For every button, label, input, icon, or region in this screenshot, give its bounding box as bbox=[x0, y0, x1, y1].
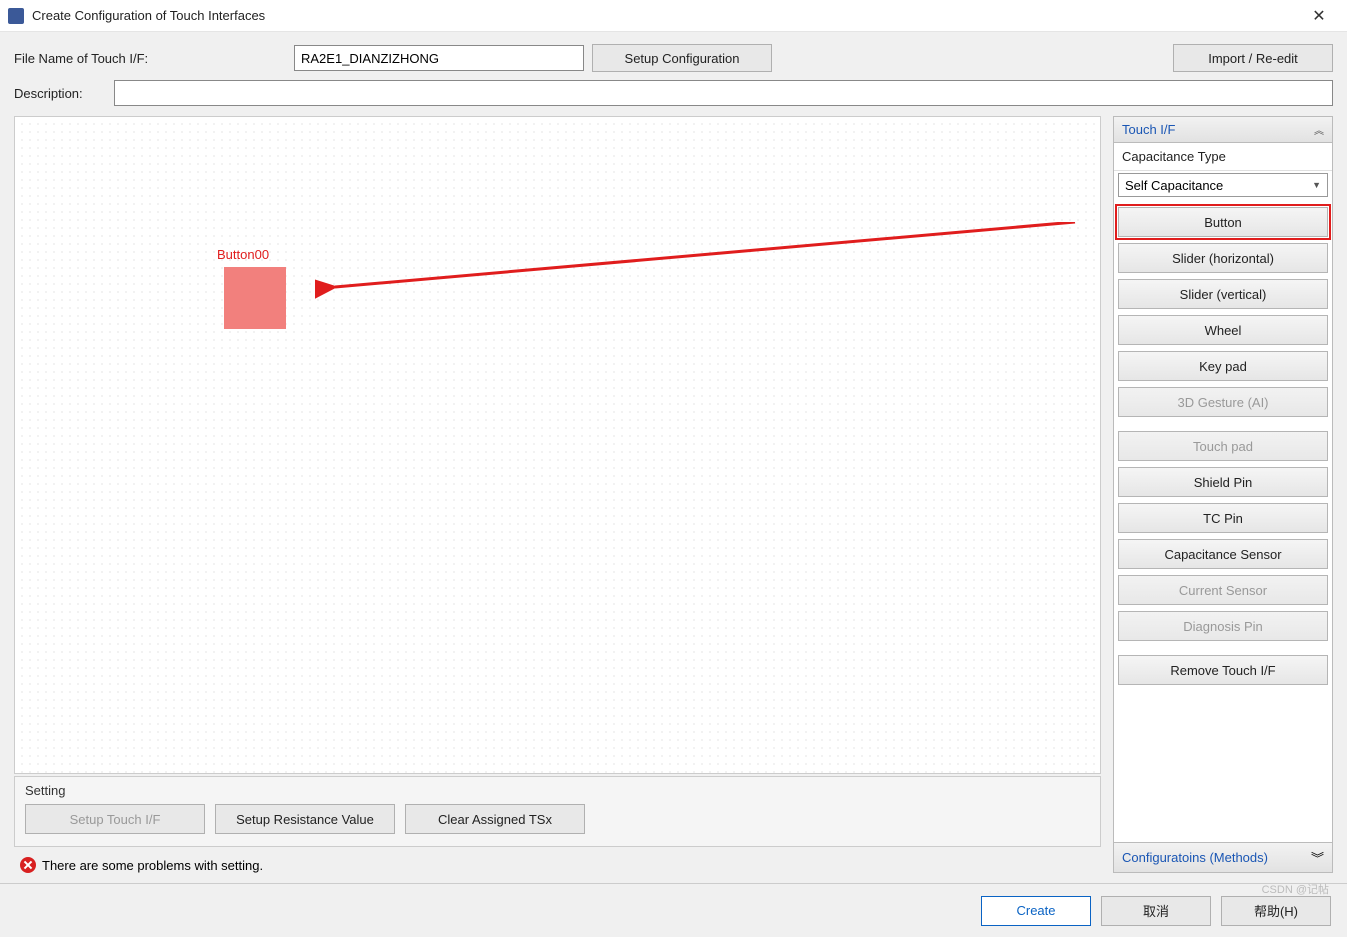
palette-header-configurations[interactable]: Configuratoins (Methods) ︾ bbox=[1114, 842, 1332, 872]
button00-label: Button00 bbox=[217, 247, 269, 262]
annotation-arrow bbox=[315, 222, 1085, 302]
palette-item-wheel[interactable]: Wheel bbox=[1118, 315, 1328, 345]
window-title: Create Configuration of Touch Interfaces bbox=[32, 8, 1299, 23]
palette-item-tc-pin[interactable]: TC Pin bbox=[1118, 503, 1328, 533]
setup-touch-if-button: Setup Touch I/F bbox=[25, 804, 205, 834]
chevron-down-icon: ︾ bbox=[1311, 848, 1324, 867]
filename-row: File Name of Touch I/F: Setup Configurat… bbox=[14, 44, 1333, 72]
cancel-button[interactable]: 取消 bbox=[1101, 896, 1211, 926]
description-label: Description: bbox=[14, 86, 114, 101]
main-area: Button00 Setting Setup Touch I/F Setup R… bbox=[14, 116, 1333, 873]
filename-input[interactable] bbox=[294, 45, 584, 71]
palette-item-touch-pad: Touch pad bbox=[1118, 431, 1328, 461]
design-canvas[interactable]: Button00 bbox=[14, 116, 1101, 774]
palette-item-slider-horizontal-[interactable]: Slider (horizontal) bbox=[1118, 243, 1328, 273]
description-row: Description: bbox=[14, 80, 1333, 106]
palette-item-slider-vertical-[interactable]: Slider (vertical) bbox=[1118, 279, 1328, 309]
clear-assigned-tsx-button[interactable]: Clear Assigned TSx bbox=[405, 804, 585, 834]
dialog-body: File Name of Touch I/F: Setup Configurat… bbox=[0, 32, 1347, 937]
app-icon bbox=[8, 8, 24, 24]
button00-element[interactable] bbox=[224, 267, 286, 329]
create-button[interactable]: Create bbox=[981, 896, 1091, 926]
close-icon[interactable]: ✕ bbox=[1299, 6, 1339, 26]
setting-title: Setting bbox=[25, 783, 1090, 798]
palette-separator bbox=[1118, 423, 1328, 431]
watermark: CSDN @记帖 bbox=[1262, 881, 1329, 897]
palette-item-button[interactable]: Button bbox=[1118, 207, 1328, 237]
error-icon bbox=[20, 857, 36, 873]
palette-header-label: Touch I/F bbox=[1122, 122, 1314, 137]
palette: Touch I/F ︽ Capacitance Type Self Capaci… bbox=[1113, 116, 1333, 873]
titlebar: Create Configuration of Touch Interfaces… bbox=[0, 0, 1347, 32]
palette-item-capacitance-sensor[interactable]: Capacitance Sensor bbox=[1118, 539, 1328, 569]
palette-list: Button Slider (horizontal) Slider (vertica… bbox=[1114, 203, 1332, 842]
palette-item-key-pad[interactable]: Key pad bbox=[1118, 351, 1328, 381]
capacitance-type-select[interactable]: Self Capacitance ▼ bbox=[1118, 173, 1328, 197]
setup-resistance-button[interactable]: Setup Resistance Value bbox=[215, 804, 395, 834]
problem-text: There are some problems with setting. bbox=[42, 858, 263, 873]
setting-buttons: Setup Touch I/F Setup Resistance Value C… bbox=[25, 804, 1090, 834]
setup-configuration-button[interactable]: Setup Configuration bbox=[592, 44, 772, 72]
palette-item-3d-gesture-ai-: 3D Gesture (AI) bbox=[1118, 387, 1328, 417]
action-bar: Create 取消 帮助(H) bbox=[0, 883, 1347, 937]
left-column: Button00 Setting Setup Touch I/F Setup R… bbox=[14, 116, 1101, 873]
chevron-up-icon: ︽ bbox=[1314, 122, 1324, 137]
palette-separator bbox=[1118, 647, 1328, 655]
palette-item-remove-touch-i-f[interactable]: Remove Touch I/F bbox=[1118, 655, 1328, 685]
import-reedit-button[interactable]: Import / Re-edit bbox=[1173, 44, 1333, 72]
filename-label: File Name of Touch I/F: bbox=[14, 51, 294, 66]
chevron-down-icon: ▼ bbox=[1312, 180, 1321, 190]
capacitance-type-value: Self Capacitance bbox=[1125, 178, 1312, 193]
palette-item-diagnosis-pin: Diagnosis Pin bbox=[1118, 611, 1328, 641]
help-button[interactable]: 帮助(H) bbox=[1221, 896, 1331, 926]
palette-item-shield-pin[interactable]: Shield Pin bbox=[1118, 467, 1328, 497]
problem-row: There are some problems with setting. bbox=[20, 857, 1101, 873]
description-input[interactable] bbox=[114, 80, 1333, 106]
palette-header-touch-if[interactable]: Touch I/F ︽ bbox=[1114, 117, 1332, 143]
setting-panel: Setting Setup Touch I/F Setup Resistance… bbox=[14, 776, 1101, 847]
palette-item-current-sensor: Current Sensor bbox=[1118, 575, 1328, 605]
capacitance-type-label: Capacitance Type bbox=[1114, 143, 1332, 171]
configurations-header-label: Configuratoins (Methods) bbox=[1122, 850, 1311, 865]
